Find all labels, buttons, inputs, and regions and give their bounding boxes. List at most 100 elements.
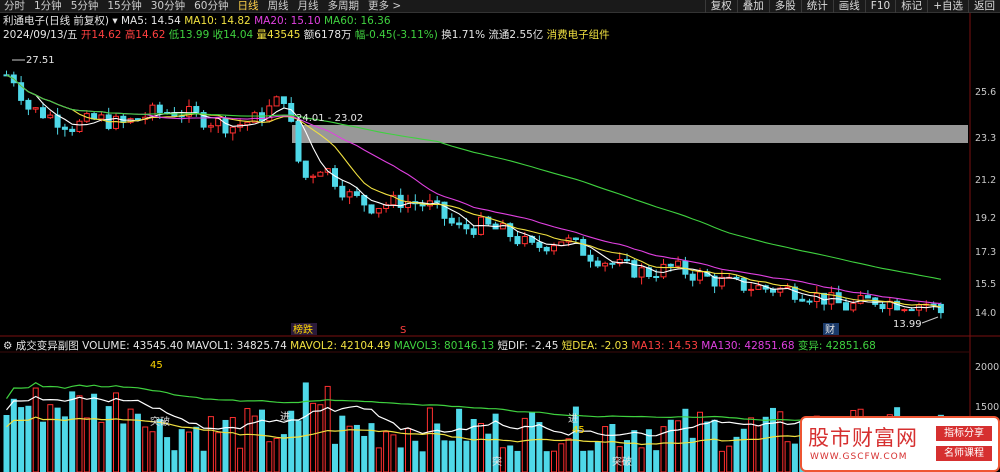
- candle-body: [521, 236, 528, 245]
- volume-bar: [478, 422, 484, 472]
- volume-bar: [704, 421, 711, 472]
- candle-body: [543, 246, 550, 252]
- candle-body: [850, 302, 857, 311]
- volume-bar: [186, 431, 192, 472]
- volume-bar: [507, 445, 514, 472]
- candle-body: [156, 104, 163, 113]
- volume-bar: [558, 443, 565, 472]
- candle-body: [660, 263, 667, 278]
- price-tick: 19.2: [975, 213, 996, 224]
- gap-range-label: 24.01 - 23.02: [296, 113, 363, 124]
- tag-list-label[interactable]: 榜跌: [293, 323, 313, 336]
- watermark-url: WWW.GSCFW.COM: [810, 452, 908, 462]
- low-pointer: [921, 316, 939, 324]
- volume-bar: [332, 443, 338, 472]
- candle-body: [273, 96, 280, 107]
- watermark-tag-course: 名师课程: [936, 446, 992, 461]
- candle-body: [295, 120, 302, 162]
- candle-body: [456, 222, 463, 226]
- candle-body: [675, 260, 682, 267]
- settings-icon[interactable]: ⚙: [3, 340, 12, 352]
- volume-bar: [594, 441, 601, 472]
- candle-body: [748, 288, 755, 291]
- sub-label-jin-2: 进: [568, 413, 578, 425]
- candle-body: [280, 96, 287, 104]
- tag-cai-label[interactable]: 财: [825, 323, 835, 336]
- volume-bar: [375, 447, 382, 472]
- volume-bar: [631, 430, 638, 472]
- volume-bar: [317, 404, 324, 472]
- candle-body: [434, 200, 441, 203]
- volume-bar: [448, 440, 455, 472]
- high-price-label: 27.51: [26, 55, 55, 66]
- candle-body: [98, 114, 105, 120]
- volume-tick: 1500: [975, 402, 999, 413]
- volume-bar: [244, 408, 251, 472]
- volume-bar: [251, 415, 258, 472]
- candle-body: [69, 128, 76, 132]
- volume-bar: [441, 440, 448, 472]
- volume-bar: [412, 440, 419, 472]
- candle-body: [697, 271, 703, 281]
- volume-bar: [726, 445, 733, 472]
- volume-bar: [207, 416, 214, 472]
- volume-bar: [667, 419, 674, 472]
- watermark-tag-share: 指标分享: [936, 426, 992, 441]
- watermark-title: 股市财富网: [808, 426, 918, 450]
- candle-body: [653, 276, 660, 279]
- candle-body: [25, 99, 32, 110]
- ma5-line: [6, 74, 941, 309]
- candle-body: [317, 171, 324, 177]
- tag-s-label[interactable]: S: [400, 325, 406, 336]
- candle-body: [375, 207, 382, 214]
- volume-bar: [193, 426, 200, 472]
- candle-body: [134, 118, 141, 121]
- volume-bar: [149, 431, 156, 472]
- candle-body: [806, 300, 813, 303]
- volume-bar: [536, 422, 543, 472]
- candle-body: [463, 224, 470, 230]
- volume-bar: [339, 415, 346, 472]
- volume-bar: [397, 447, 404, 472]
- volume-bar: [529, 412, 536, 472]
- candle-body: [580, 238, 587, 256]
- candle-body: [76, 120, 83, 132]
- site-watermark: 股市财富网 WWW.GSCFW.COM 指标分享 名师课程: [800, 416, 1000, 472]
- candle-body: [339, 185, 346, 198]
- price-tick: 17.3: [975, 247, 996, 258]
- ma10-line: [6, 74, 942, 308]
- price-tick: 14.0: [975, 308, 996, 319]
- volume-bar: [682, 408, 689, 472]
- volume-bar: [383, 431, 390, 472]
- volume-bar: [740, 428, 747, 472]
- candle-body: [310, 175, 317, 178]
- ma130-reading: MA130: 42851.68: [701, 340, 795, 352]
- volume-bar: [551, 450, 557, 472]
- price-axis: 25.6 23.3 21.2 19.2 17.3 15.5 14.0: [975, 87, 996, 319]
- mavol1-reading: MAVOL1: 34825.74: [186, 340, 287, 352]
- volume-bar: [791, 443, 798, 472]
- volume-bar: [98, 421, 105, 472]
- candle-body: [514, 236, 521, 245]
- candle-body: [908, 309, 915, 312]
- volume-bar: [580, 450, 587, 472]
- candle-body: [302, 160, 309, 178]
- ma13-reading: MA13: 14.53: [631, 340, 698, 352]
- kline-chart[interactable]: 25.6 23.3 21.2 19.2 17.3 15.5 14.0 2000 …: [0, 0, 1000, 472]
- volume-bar: [777, 411, 784, 472]
- candle-body: [193, 106, 200, 114]
- volume-bar: [171, 450, 178, 472]
- volume-bar: [280, 434, 287, 472]
- subchart-name[interactable]: 成交变异副图: [16, 340, 79, 352]
- volume-bar: [689, 437, 696, 472]
- candle-body: [551, 245, 557, 252]
- candle-body: [857, 295, 864, 304]
- candle-body: [879, 303, 886, 310]
- candle-body: [594, 260, 601, 267]
- volume-bar: [178, 429, 185, 472]
- volume-bar: [127, 408, 134, 472]
- candle-body: [368, 204, 375, 214]
- volume-bar: [273, 437, 280, 472]
- candle-body: [602, 262, 609, 267]
- volume-bar: [54, 407, 61, 472]
